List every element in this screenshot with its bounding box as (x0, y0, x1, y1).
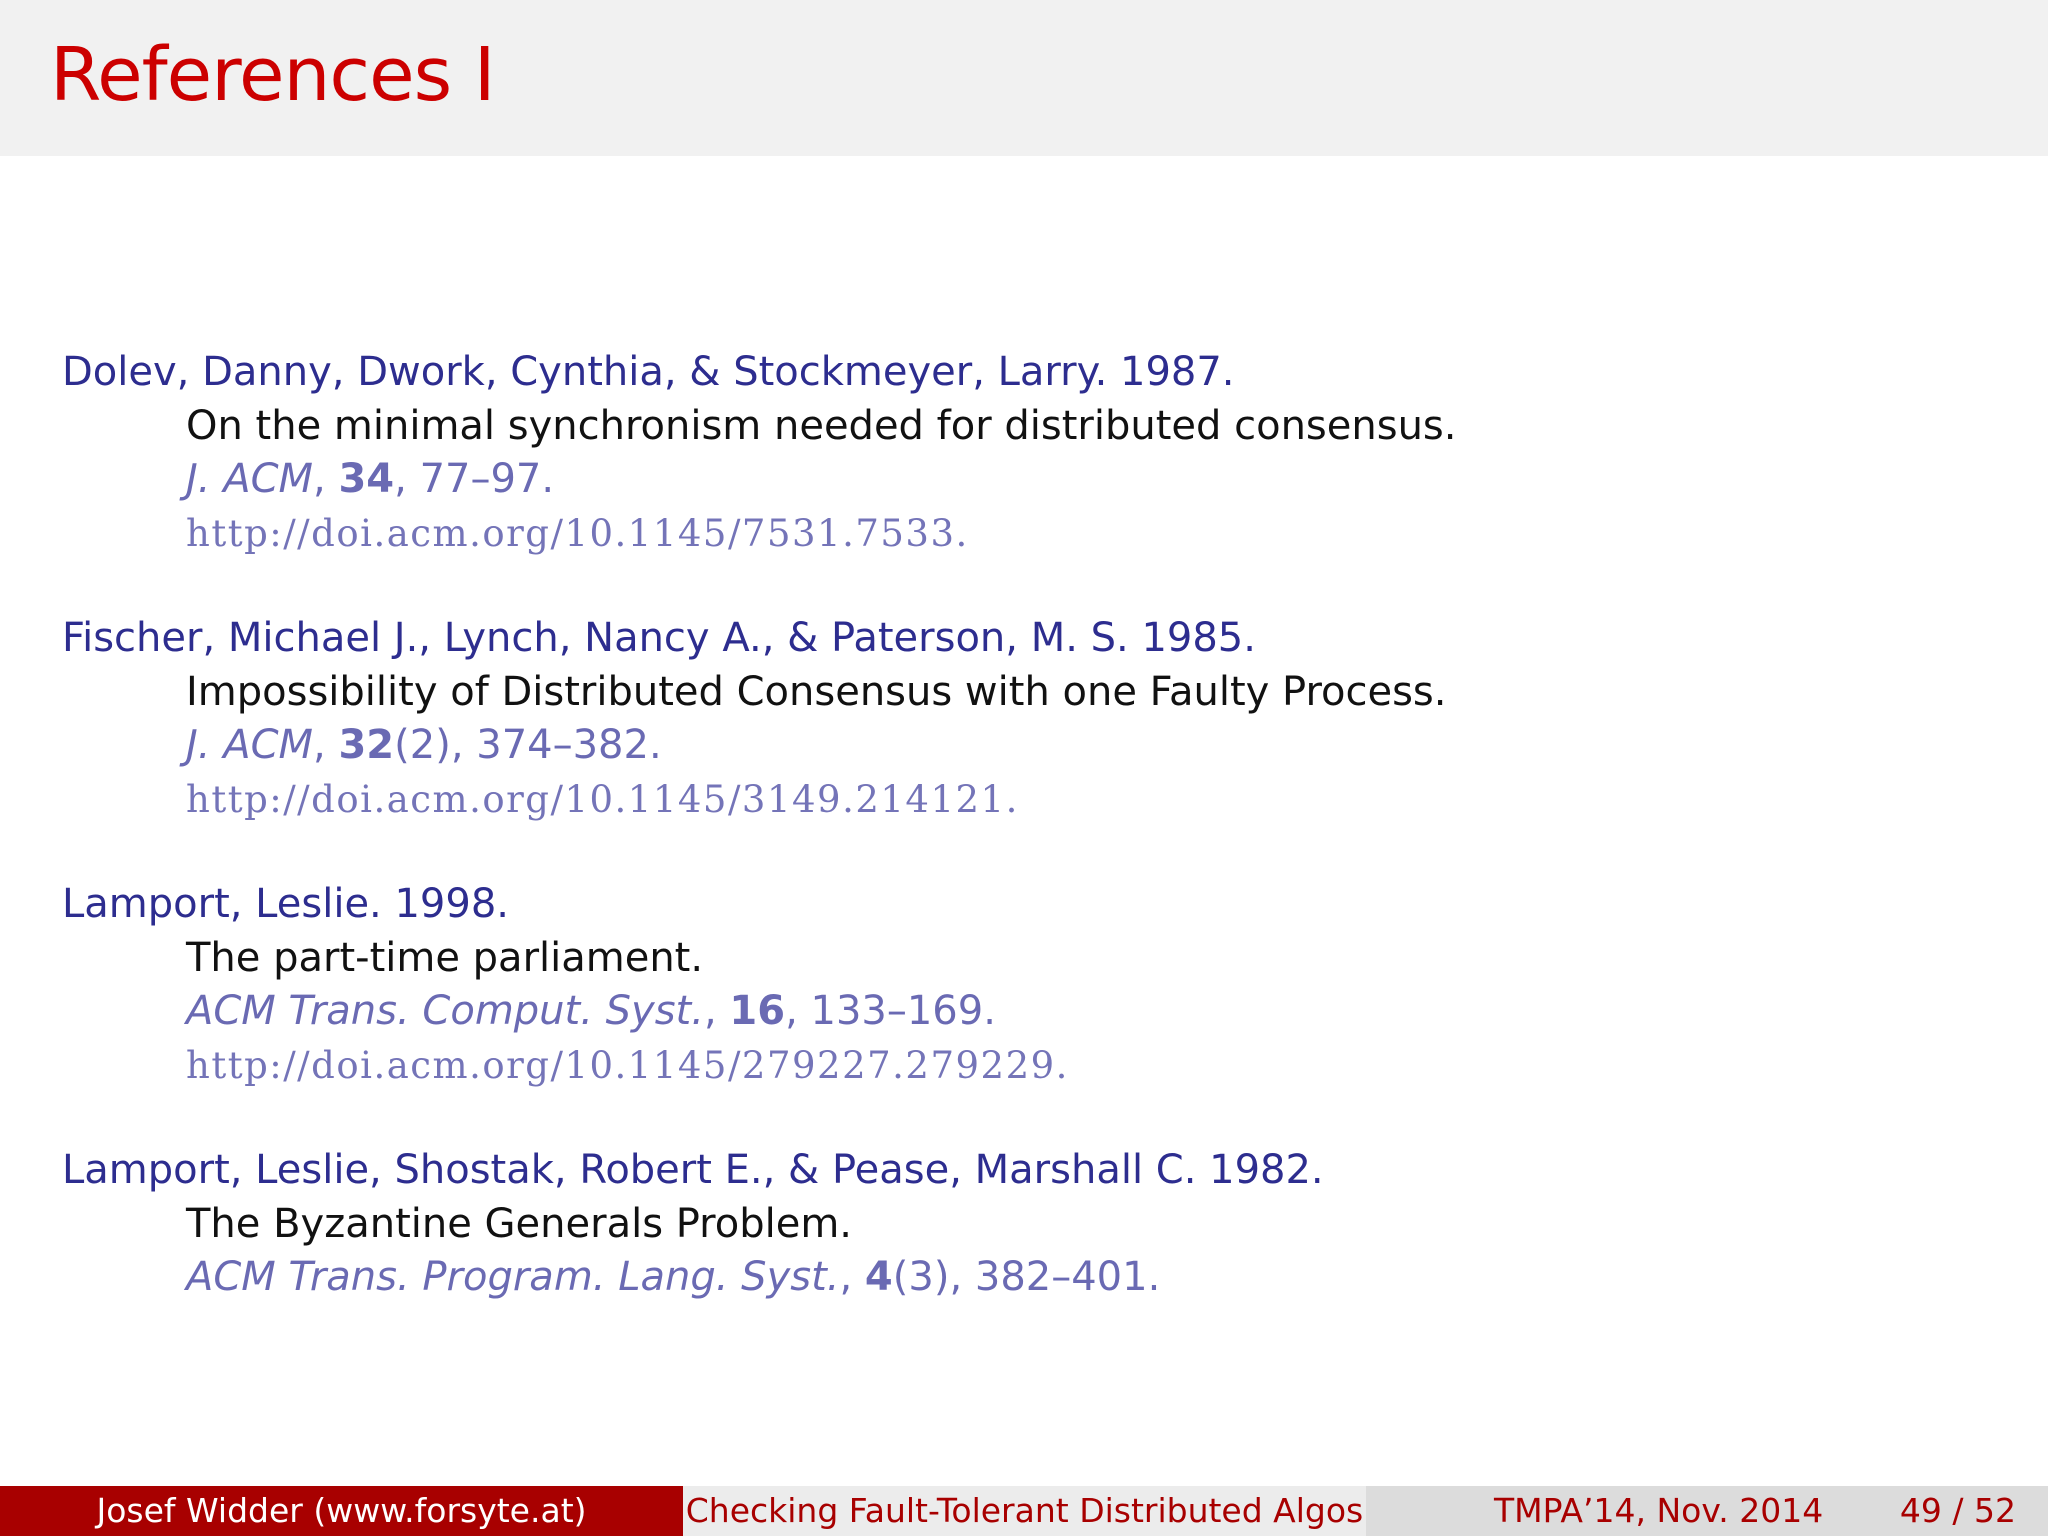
reference-journal-line: J. ACM, 32(2), 374–382. (186, 722, 662, 768)
reference-journal: ACM Trans. Program. Lang. Syst. (186, 1254, 840, 1300)
reference-issue: (3) (892, 1254, 950, 1300)
reference-volume: 4 (864, 1254, 893, 1300)
reference-list: Dolev, Danny, Dwork, Cynthia, & Stockmey… (62, 346, 2002, 1357)
reference-pages: , 77–97. (394, 456, 555, 502)
reference-journal: J. ACM (186, 456, 314, 502)
reference-url-link[interactable]: http://doi.acm.org/10.1145/3149.214121. (62, 773, 2002, 827)
reference-journal: J. ACM (186, 722, 314, 768)
footer-talk-title: Checking Fault-Tolerant Distributed Algo… (683, 1486, 1366, 1536)
reference-url-link[interactable]: http://doi.acm.org/10.1145/7531.7533. (62, 507, 2002, 561)
reference-entry: Lamport, Leslie. 1998. The part-time par… (62, 878, 2002, 1092)
reference-entry: Fischer, Michael J., Lynch, Nancy A., & … (62, 612, 2002, 826)
footer-author: Josef Widder (www.forsyte.at) (0, 1486, 683, 1536)
reference-authors: Fischer, Michael J., Lynch, Nancy A., & … (62, 615, 1256, 661)
reference-journal-line: ACM Trans. Program. Lang. Syst., 4(3), 3… (186, 1254, 1161, 1300)
reference-issue: (2) (394, 722, 451, 768)
footer-event: TMPA’14, Nov. 2014 (1494, 1491, 1824, 1530)
reference-volume: 34 (338, 456, 395, 502)
reference-title: The Byzantine Generals Problem. (186, 1200, 852, 1247)
slide-title: References I (50, 32, 496, 118)
reference-title: The part-time parliament. (186, 934, 704, 981)
reference-authors: Lamport, Leslie. 1998. (62, 881, 509, 927)
reference-pages: , 374–382. (450, 722, 662, 768)
title-bar: References I (0, 0, 2048, 156)
reference-authors: Lamport, Leslie, Shostak, Robert E., & P… (62, 1147, 1324, 1193)
reference-volume: 16 (729, 988, 786, 1034)
reference-title: Impossibility of Distributed Consensus w… (186, 668, 1447, 715)
reference-entry: Lamport, Leslie, Shostak, Robert E., & P… (62, 1144, 2002, 1305)
reference-url-link[interactable]: http://doi.acm.org/10.1145/279227.279229… (62, 1039, 2002, 1093)
reference-pages: , 133–169. (785, 988, 996, 1034)
reference-volume: 32 (338, 722, 395, 768)
reference-journal-line: J. ACM, 34, 77–97. (186, 456, 555, 502)
reference-journal: ACM Trans. Comput. Syst. (186, 988, 704, 1034)
reference-title: On the minimal synchronism needed for di… (186, 402, 1457, 449)
reference-journal-line: ACM Trans. Comput. Syst., 16, 133–169. (186, 988, 996, 1034)
footer-bar: Josef Widder (www.forsyte.at) Checking F… (0, 1486, 2048, 1536)
slide: References I Dolev, Danny, Dwork, Cynthi… (0, 0, 2048, 1536)
footer-info: TMPA’14, Nov. 2014 49 / 52 (1366, 1486, 2048, 1536)
footer-page-number: 49 / 52 (1899, 1491, 2016, 1530)
reference-entry: Dolev, Danny, Dwork, Cynthia, & Stockmey… (62, 346, 2002, 560)
reference-authors: Dolev, Danny, Dwork, Cynthia, & Stockmey… (62, 349, 1235, 395)
reference-pages: , 382–401. (949, 1254, 1161, 1300)
